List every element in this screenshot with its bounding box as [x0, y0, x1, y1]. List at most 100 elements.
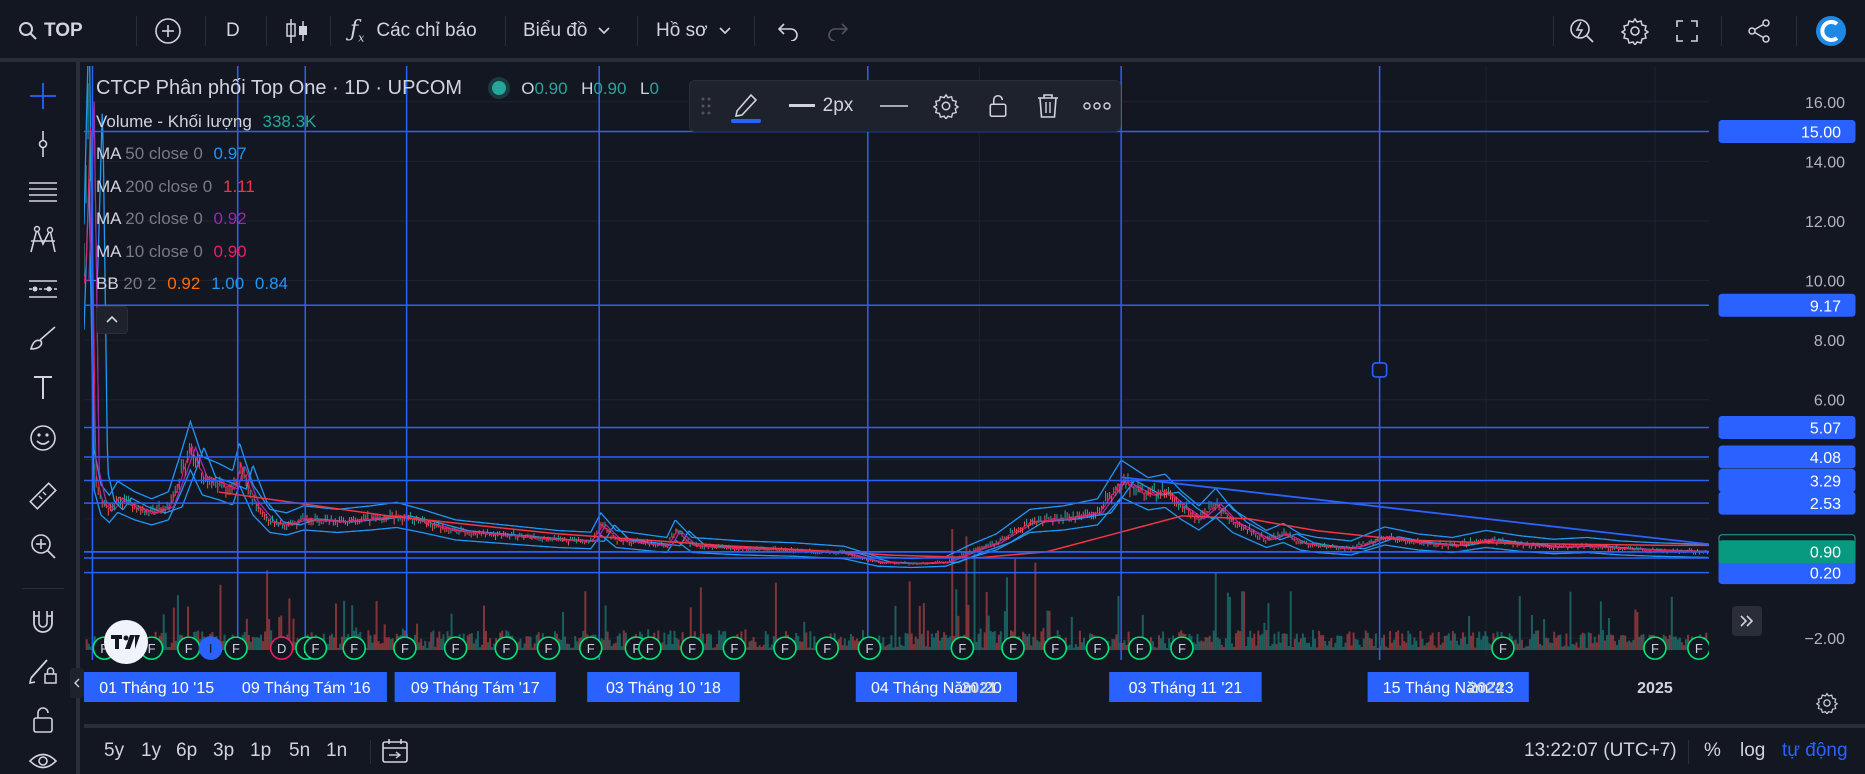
volume-histogram [85, 528, 1710, 650]
measure-tool[interactable] [22, 476, 64, 516]
volume-bar [166, 647, 169, 650]
range-1y[interactable]: 1y [141, 728, 161, 774]
drawing-settings-button[interactable] [926, 81, 966, 131]
fullscreen-button[interactable] [1675, 0, 1699, 62]
tradingview-logo[interactable] [104, 620, 148, 664]
legend-volume-row[interactable]: Volume - Khối lượng 338.3K [96, 106, 659, 139]
pattern-tool[interactable] [22, 220, 64, 260]
volume-bar [1226, 592, 1229, 650]
legend-title[interactable]: CTCP Phân phối Top One · 1D · UPCOM [96, 77, 462, 99]
price-tick-label: 10.00 [1805, 274, 1845, 291]
lock-all-tool[interactable] [22, 700, 64, 740]
volume-bar [1074, 644, 1077, 650]
volume-bar [1326, 645, 1329, 650]
symbol-search-button[interactable]: TOP [18, 0, 83, 62]
text-tool[interactable] [22, 368, 64, 408]
bottom-toolbar: 5y 1y 6p 3p 1p 5n 1n 13:22:07 (UTC+7) % … [84, 724, 1865, 774]
volume-bar [1555, 637, 1558, 650]
legend-collapse-button[interactable] [96, 305, 128, 334]
share-icon [1748, 19, 1770, 43]
scroll-to-realtime-button[interactable] [1732, 606, 1762, 636]
time-highlight-label: 09 Tháng Tám '17 [411, 680, 540, 697]
volume-bar [1605, 634, 1608, 650]
brush-tool[interactable] [22, 318, 64, 358]
volume-bar [1277, 631, 1280, 650]
line-style-button[interactable] [874, 81, 914, 131]
legend-ma20-row[interactable]: MA 20 close 0 0.92 [96, 203, 659, 236]
hide-drawings-tool[interactable] [22, 748, 64, 774]
redo-button[interactable] [826, 0, 850, 62]
volume-bar [1563, 645, 1566, 650]
volume-bar [1543, 618, 1546, 650]
legend-bb-row[interactable]: BB 20 2 0.92 1.00 0.84 [96, 268, 659, 301]
fib-tool[interactable] [22, 172, 64, 212]
profile-menu-button[interactable]: Hồ sơ [656, 0, 732, 62]
price-tick-label: 14.00 [1805, 154, 1845, 171]
range-1m[interactable]: 1p [250, 728, 271, 774]
indicators-button[interactable]: ƒx Các chỉ báo [350, 0, 477, 62]
volume-bar [1285, 633, 1288, 650]
undo-button[interactable] [776, 0, 800, 62]
volume-bar [943, 632, 946, 650]
auto-scale-toggle[interactable]: tự động [1782, 728, 1848, 774]
settings-button[interactable] [1621, 0, 1649, 62]
legend-ma200-row[interactable]: MA 200 close 0 1.11 [96, 171, 659, 204]
range-label: 1n [326, 740, 348, 761]
volume-bar [1622, 635, 1625, 650]
axis-settings-button[interactable] [1812, 688, 1842, 718]
brand-logo[interactable] [1815, 0, 1847, 62]
volume-bar [900, 644, 903, 650]
lock-drawing-tool[interactable] [22, 650, 64, 690]
projection-tool[interactable] [22, 268, 64, 308]
percent-scale-toggle[interactable]: % [1704, 728, 1721, 774]
volume-bar [1224, 638, 1227, 650]
sidebar-collapse-button[interactable] [70, 668, 84, 698]
volume-bar [1468, 615, 1471, 650]
range-5d[interactable]: 5n [289, 728, 310, 774]
clock-display[interactable]: 13:22:07 (UTC+7) [1524, 728, 1677, 774]
volume-bar [260, 634, 263, 650]
volume-bar [1348, 631, 1351, 650]
goto-date-button[interactable] [381, 728, 409, 774]
volume-bar [914, 636, 917, 650]
drawing-lock-button[interactable] [978, 81, 1018, 131]
range-5y[interactable]: 5y [104, 728, 124, 774]
legend-title-row: CTCP Phân phối Top One · 1D · UPCOM O0.9… [96, 72, 659, 106]
volume-bar [478, 647, 481, 650]
quick-search-button[interactable] [1568, 0, 1596, 62]
volume-bar [482, 605, 485, 650]
range-1d[interactable]: 1n [326, 728, 347, 774]
range-6m[interactable]: 6p [176, 728, 197, 774]
log-scale-toggle[interactable]: log [1740, 728, 1765, 774]
volume-bar [673, 630, 676, 650]
interval-button[interactable]: D [226, 0, 240, 62]
emoji-tool[interactable] [22, 418, 64, 458]
volume-bar [1336, 635, 1339, 650]
chart-type-button[interactable] [284, 0, 310, 62]
ma10-name: MA [96, 241, 121, 261]
drawing-delete-button[interactable] [1028, 81, 1068, 131]
crosshair-tool[interactable] [22, 76, 64, 116]
volume-bar [606, 631, 609, 650]
magnet-tool[interactable] [22, 602, 64, 642]
line-color-button[interactable] [726, 81, 766, 131]
legend-ma50-row[interactable]: MA 50 close 0 0.97 [96, 138, 659, 171]
volume-bar [264, 631, 267, 650]
price-tick-label: 16.00 [1805, 95, 1845, 112]
line-width-button[interactable]: 2px [784, 81, 858, 131]
volume-bar [985, 592, 988, 650]
legend-ma10-row[interactable]: MA 10 close 0 0.90 [96, 236, 659, 269]
volume-bar [661, 642, 664, 650]
compare-symbol-button[interactable] [153, 0, 183, 62]
chart-menu-button[interactable]: Biểu đồ [523, 0, 611, 62]
drawing-more-button[interactable] [1080, 81, 1114, 131]
volume-bar [1482, 635, 1485, 650]
volume-bar [1030, 645, 1033, 650]
share-button[interactable] [1746, 0, 1772, 62]
drag-handle[interactable] [696, 81, 716, 131]
volume-bar [1382, 634, 1385, 650]
volume-bar [813, 636, 816, 650]
range-3m[interactable]: 3p [213, 728, 234, 774]
zoom-tool[interactable] [22, 526, 64, 566]
trend-line-tool[interactable] [22, 124, 64, 164]
